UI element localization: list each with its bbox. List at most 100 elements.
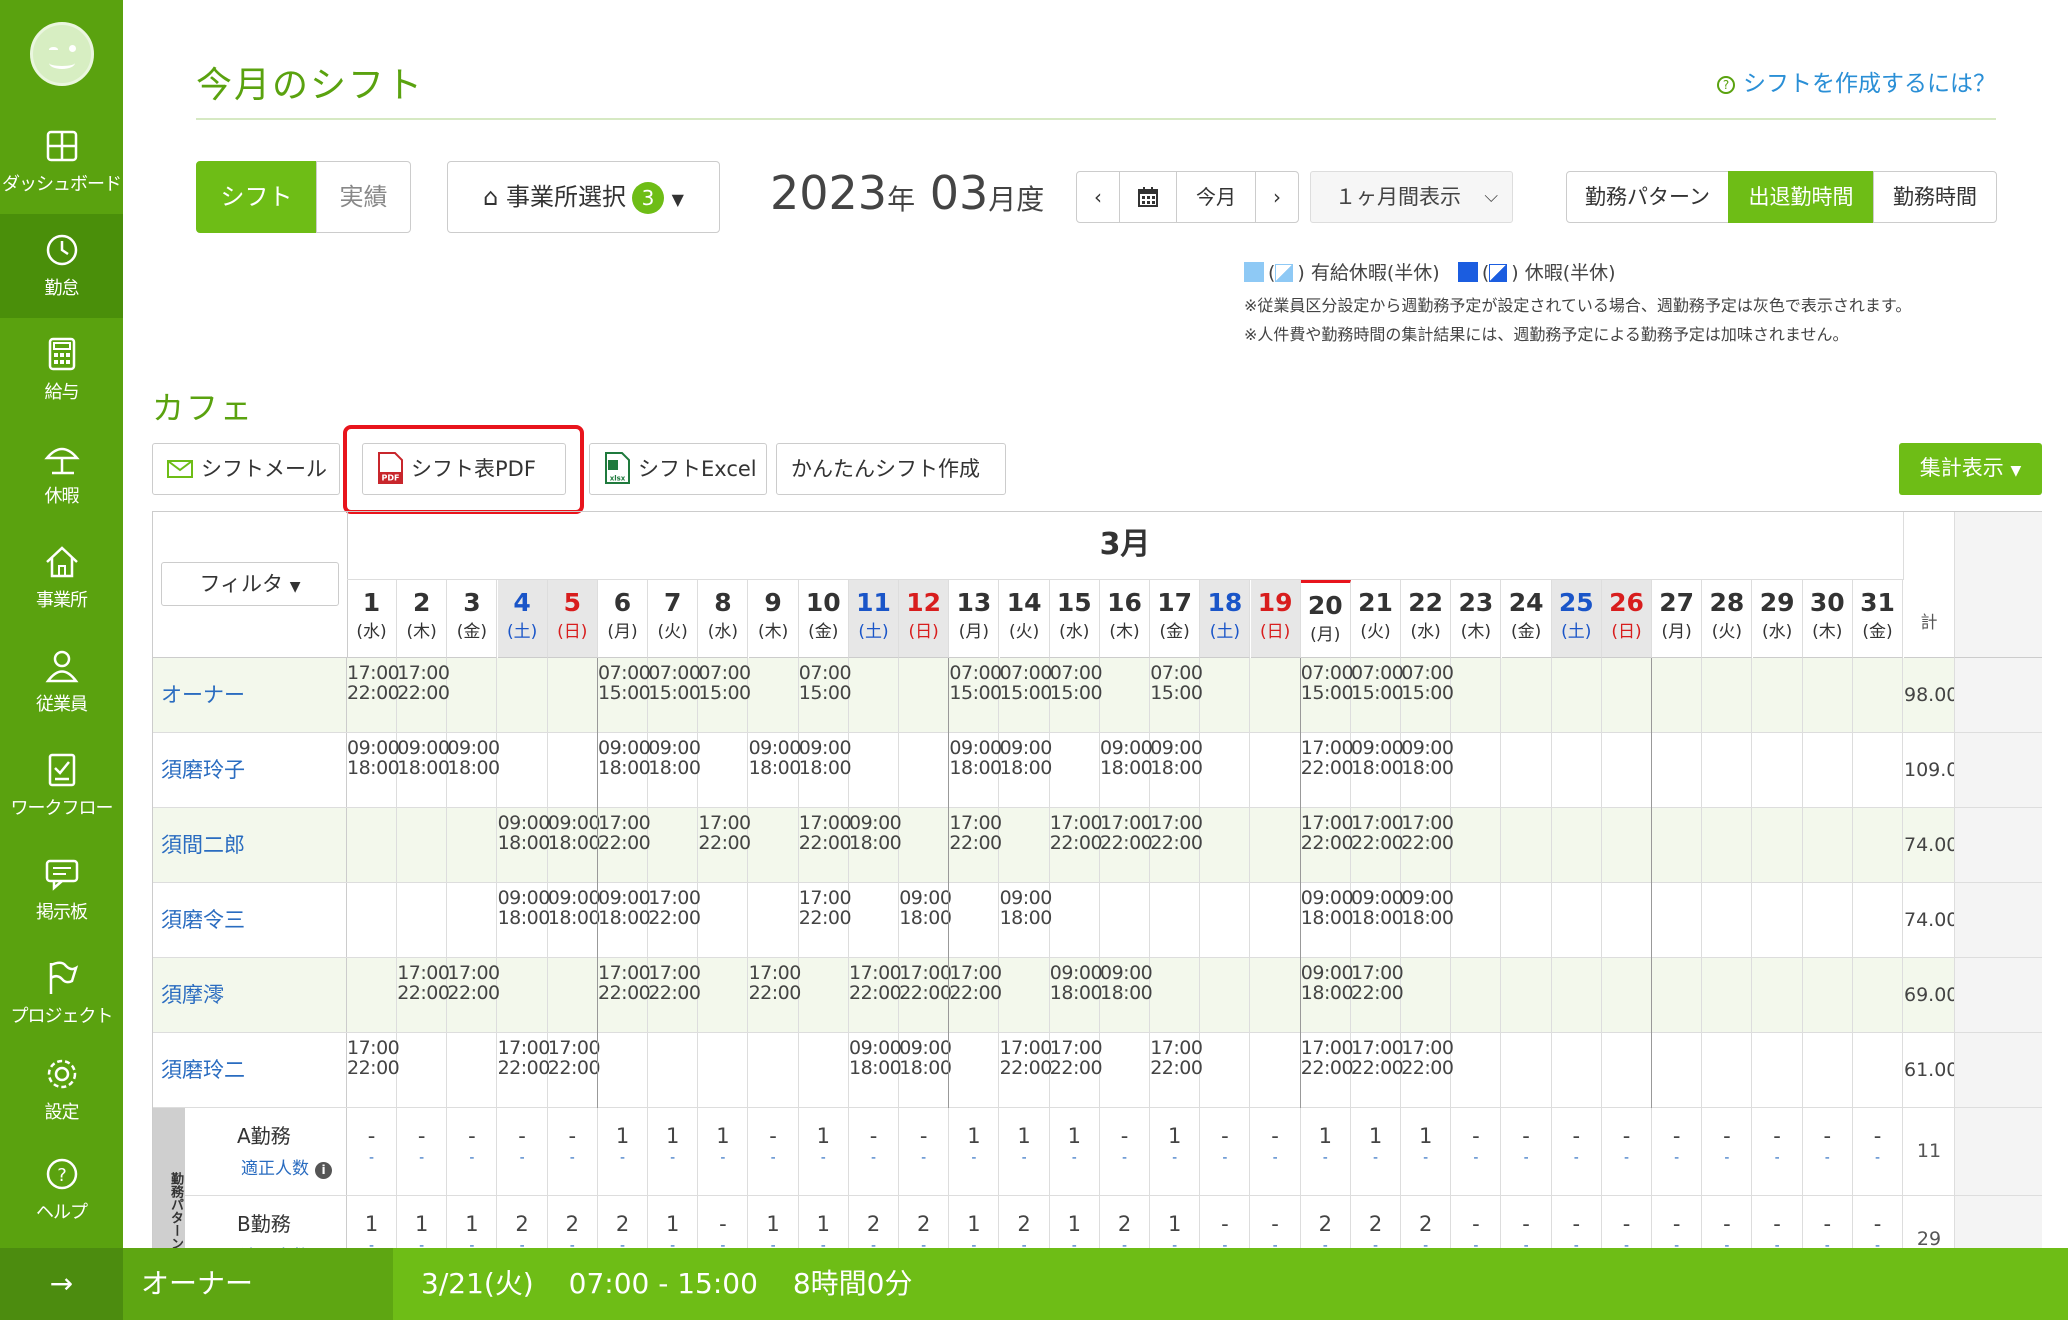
shift-cell[interactable] <box>899 808 950 882</box>
sidebar-item-checklist[interactable]: ワークフロー <box>0 734 123 838</box>
shift-cell[interactable]: 09:00 18:00 <box>548 883 601 957</box>
shift-cell[interactable] <box>1552 883 1602 957</box>
employee-name[interactable]: オーナー <box>161 658 245 732</box>
shift-cell[interactable] <box>498 733 548 807</box>
shift-cell[interactable] <box>1050 883 1100 957</box>
shift-cell[interactable] <box>749 658 799 732</box>
shift-cell[interactable] <box>1552 958 1602 1032</box>
day-header[interactable]: 15 (水) <box>1049 580 1100 658</box>
shift-cell[interactable] <box>1251 808 1301 882</box>
shift-cell[interactable]: 17:00 22:00 <box>1401 808 1454 882</box>
day-header[interactable]: 30 (木) <box>1802 580 1853 658</box>
sidebar-expand-button[interactable]: → <box>0 1248 123 1320</box>
calendar-button[interactable] <box>1119 171 1177 223</box>
day-header[interactable]: 29 (水) <box>1752 580 1803 658</box>
shift-cell[interactable] <box>1200 808 1251 882</box>
shift-cell[interactable]: 17:00 22:00 <box>1000 1033 1052 1107</box>
shift-cell[interactable] <box>1803 1033 1853 1107</box>
shift-cell[interactable] <box>1602 958 1652 1032</box>
shift-cell[interactable]: 17:00 22:00 <box>1351 1033 1404 1107</box>
shift-cell[interactable] <box>1803 808 1853 882</box>
day-header[interactable]: 19 (日) <box>1250 580 1301 658</box>
shift-cell[interactable]: 17:00 22:00 <box>799 808 852 882</box>
shift-cell[interactable] <box>648 808 699 882</box>
shift-cell[interactable] <box>1753 808 1803 882</box>
shift-cell[interactable] <box>1652 733 1703 807</box>
day-header[interactable]: 4 (土) <box>497 580 548 658</box>
shift-cell[interactable] <box>698 1033 749 1107</box>
shift-cell[interactable] <box>749 808 799 882</box>
shift-cell[interactable] <box>1200 883 1251 957</box>
shift-cell[interactable]: 07:00 15:00 <box>799 658 852 732</box>
shift-cell[interactable] <box>1753 733 1803 807</box>
shift-cell[interactable] <box>1753 658 1803 732</box>
shift-cell[interactable]: 07:00 15:00 <box>1050 658 1103 732</box>
shift-cell[interactable] <box>698 958 749 1032</box>
sidebar-item-umbrella[interactable]: 休暇 <box>0 422 123 526</box>
shift-cell[interactable] <box>1251 1033 1301 1107</box>
shift-cell[interactable]: 09:00 18:00 <box>1401 733 1454 807</box>
day-header[interactable]: 22 (水) <box>1401 580 1452 658</box>
shift-cell[interactable] <box>1853 958 1903 1032</box>
shift-cell[interactable]: 09:00 18:00 <box>1100 733 1153 807</box>
day-header[interactable]: 16 (木) <box>1100 580 1150 658</box>
shift-cell[interactable]: 17:00 22:00 <box>648 883 701 957</box>
shift-cell[interactable]: 09:00 18:00 <box>1050 958 1103 1032</box>
shift-excel-button[interactable]: xlsx シフトExcel <box>589 443 767 495</box>
view-pattern-button[interactable]: 勤務パターン <box>1566 171 1729 223</box>
shift-cell[interactable] <box>1200 958 1251 1032</box>
shift-cell[interactable]: 09:00 18:00 <box>899 883 952 957</box>
shift-cell[interactable] <box>1251 958 1301 1032</box>
shift-cell[interactable]: 07:00 15:00 <box>949 658 1002 732</box>
shift-cell[interactable] <box>1502 658 1552 732</box>
day-header[interactable]: 17 (金) <box>1150 580 1201 658</box>
shift-cell[interactable] <box>648 1033 699 1107</box>
shift-cell[interactable]: 07:00 15:00 <box>1351 658 1404 732</box>
day-header[interactable]: 8 (水) <box>698 580 749 658</box>
help-link[interactable]: ? シフトを作成するには？ <box>1717 64 1996 98</box>
shift-cell[interactable] <box>1502 958 1552 1032</box>
bottom-user[interactable]: オーナー <box>123 1248 393 1320</box>
shift-cell[interactable] <box>1502 733 1552 807</box>
shift-cell[interactable] <box>1702 1033 1753 1107</box>
shift-cell[interactable]: 17:00 22:00 <box>1301 733 1354 807</box>
shift-cell[interactable] <box>1652 1033 1703 1107</box>
shift-cell[interactable]: 09:00 18:00 <box>1301 958 1354 1032</box>
shift-cell[interactable]: 09:00 18:00 <box>1301 883 1354 957</box>
shift-cell[interactable] <box>1652 658 1703 732</box>
shift-cell[interactable] <box>1451 658 1502 732</box>
day-header[interactable]: 28 (火) <box>1702 580 1753 658</box>
shift-cell[interactable]: 09:00 18:00 <box>1351 883 1404 957</box>
shift-cell[interactable] <box>498 658 548 732</box>
sidebar-item-person[interactable]: 従業員 <box>0 630 123 734</box>
shift-cell[interactable] <box>447 1033 498 1107</box>
shift-cell[interactable] <box>949 1033 1000 1107</box>
shift-cell[interactable]: 09:00 18:00 <box>498 808 550 882</box>
shift-cell[interactable]: 09:00 18:00 <box>598 733 651 807</box>
shift-cell[interactable] <box>1502 883 1552 957</box>
day-header[interactable]: 26 (日) <box>1602 580 1652 658</box>
shift-cell[interactable] <box>1602 733 1652 807</box>
shift-cell[interactable] <box>347 958 397 1032</box>
shift-cell[interactable]: 09:00 18:00 <box>749 733 801 807</box>
day-header[interactable]: 14 (火) <box>999 580 1050 658</box>
shift-cell[interactable] <box>1251 883 1301 957</box>
shift-cell[interactable]: 09:00 18:00 <box>849 1033 902 1107</box>
day-header[interactable]: 11 (土) <box>849 580 899 658</box>
shift-cell[interactable] <box>1853 808 1903 882</box>
shift-cell[interactable] <box>1401 958 1452 1032</box>
shift-cell[interactable]: 09:00 18:00 <box>1150 733 1203 807</box>
employee-name[interactable]: 須間二郎 <box>161 808 245 882</box>
shift-cell[interactable] <box>849 658 899 732</box>
employee-name[interactable]: 須磨玲二 <box>161 1033 245 1107</box>
shift-cell[interactable] <box>1853 658 1903 732</box>
shift-cell[interactable]: 09:00 18:00 <box>498 883 550 957</box>
shift-cell[interactable]: 09:00 18:00 <box>648 733 701 807</box>
shift-cell[interactable] <box>1803 658 1853 732</box>
shift-cell[interactable] <box>1652 958 1703 1032</box>
shift-cell[interactable]: 17:00 22:00 <box>1050 808 1103 882</box>
shift-cell[interactable] <box>1451 733 1502 807</box>
shift-cell[interactable]: 17:00 22:00 <box>498 1033 550 1107</box>
day-header[interactable]: 1 (水) <box>347 580 397 658</box>
shift-cell[interactable]: 09:00 18:00 <box>799 733 852 807</box>
